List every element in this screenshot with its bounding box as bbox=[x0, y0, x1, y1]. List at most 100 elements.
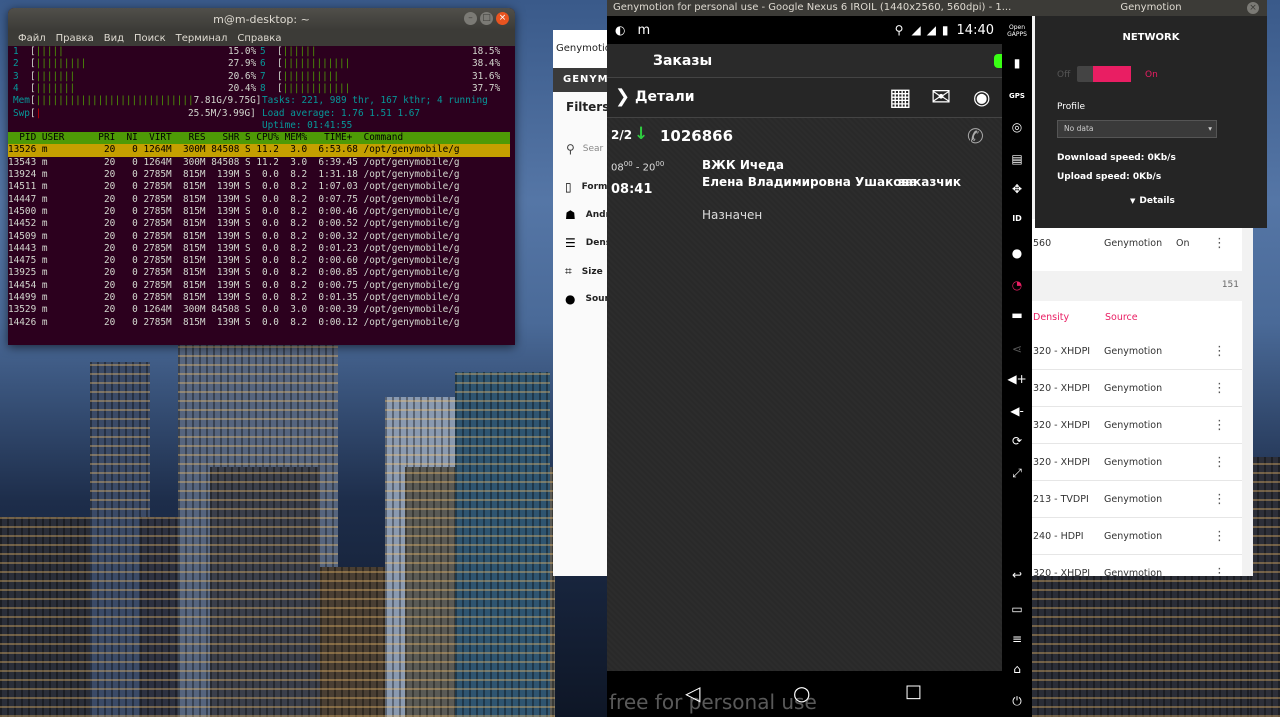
device-density: 320 - XHDPI bbox=[1033, 382, 1091, 394]
more-options-icon[interactable]: ⋮ bbox=[1213, 492, 1226, 507]
device-id-icon[interactable]: ID bbox=[1002, 214, 1032, 223]
menu-help[interactable]: Справка bbox=[237, 33, 281, 44]
building bbox=[1030, 567, 1280, 717]
eye-icon[interactable]: ◉ bbox=[973, 85, 990, 109]
menu-file[interactable]: Файл bbox=[18, 33, 46, 44]
device-row[interactable]: 320 - XHDPI Genymotion ⋮ bbox=[1032, 370, 1242, 407]
column-density[interactable]: Density bbox=[1033, 312, 1069, 323]
process-row[interactable]: 14500 m 20 0 2785M 815M 139M S 0.0 8.2 0… bbox=[8, 206, 510, 218]
process-row[interactable]: 14511 m 20 0 2785M 815M 139M S 0.0 8.2 1… bbox=[8, 181, 510, 193]
device-row[interactable]: 213 - TVDPI Genymotion ⋮ bbox=[1032, 481, 1242, 518]
device-row[interactable]: 320 - XHDPI Genymotion ⋮ bbox=[1032, 444, 1242, 481]
recents-icon[interactable]: □ bbox=[905, 681, 922, 702]
emulator-window[interactable]: Genymotion for personal use - Google Nex… bbox=[607, 0, 1035, 717]
gps-icon[interactable]: GPS bbox=[1002, 92, 1032, 100]
process-row[interactable]: 14454 m 20 0 2785M 815M 139M S 0.0 8.2 0… bbox=[8, 280, 510, 292]
home-button-icon[interactable]: ⌂ bbox=[1002, 662, 1032, 676]
more-options-icon[interactable]: ⋮ bbox=[1213, 566, 1226, 577]
device-row[interactable]: 560 Genymotion On ⋮ bbox=[1032, 225, 1242, 262]
device-source: Genymotion bbox=[1104, 238, 1163, 249]
process-row[interactable]: 13924 m 20 0 2785M 815M 139M S 0.0 8.2 1… bbox=[8, 169, 510, 181]
close-icon[interactable]: × bbox=[496, 12, 509, 25]
process-table-header[interactable]: PID USER PRI NI VIRT RES SHR S CPU% MEM%… bbox=[8, 132, 510, 145]
more-options-icon[interactable]: ⋮ bbox=[1213, 529, 1226, 544]
filter-android[interactable]: ☗ Andr bbox=[565, 208, 610, 222]
network-dialog[interactable]: Genymotion × NETWORK Off On Profile No d… bbox=[1035, 0, 1267, 228]
cpu-meter: 5 [|||||| bbox=[260, 46, 317, 57]
process-row[interactable]: 14499 m 20 0 2785M 815M 139M S 0.0 8.2 0… bbox=[8, 292, 510, 304]
minimize-icon[interactable]: – bbox=[464, 12, 477, 25]
volume-up-icon[interactable]: ◀+ bbox=[1002, 372, 1032, 386]
process-row[interactable]: 14452 m 20 0 2785M 815M 139M S 0.0 8.2 0… bbox=[8, 218, 510, 230]
process-row[interactable]: 13925 m 20 0 2785M 815M 139M S 0.0 8.2 0… bbox=[8, 267, 510, 279]
time-window: 0800 - 2000 bbox=[611, 160, 665, 174]
share-icon[interactable]: ⋖ bbox=[1002, 342, 1032, 356]
menu-edit[interactable]: Правка bbox=[56, 33, 94, 44]
process-row[interactable]: 14443 m 20 0 2785M 815M 139M S 0.0 8.2 0… bbox=[8, 243, 510, 255]
volume-down-icon[interactable]: ◀- bbox=[1002, 404, 1032, 418]
terminal-window[interactable]: m@m-desktop: ~ – □ × Файл Правка Вид Пои… bbox=[8, 8, 515, 345]
details-toggle[interactable]: ▼ Details bbox=[1130, 196, 1175, 206]
maximize-icon[interactable]: □ bbox=[480, 12, 493, 25]
process-row[interactable]: 14509 m 20 0 2785M 815M 139M S 0.0 8.2 0… bbox=[8, 231, 510, 243]
open-gapps-icon[interactable]: Open GAPPS bbox=[1002, 24, 1032, 38]
camera-icon[interactable]: ◎ bbox=[1002, 120, 1032, 134]
chevron-right-icon[interactable]: ❯ bbox=[615, 86, 630, 107]
network-dialog-titlebar[interactable]: Genymotion × bbox=[1035, 0, 1267, 16]
filter-label: Form bbox=[581, 182, 608, 192]
network-toggle[interactable] bbox=[1077, 66, 1131, 82]
profile-value: No data bbox=[1064, 124, 1094, 133]
more-options-icon[interactable]: ⋮ bbox=[1213, 381, 1226, 396]
device-row[interactable]: 240 - HDPI Genymotion ⋮ bbox=[1032, 518, 1242, 555]
battery-widget-icon[interactable]: ▮ bbox=[1002, 56, 1032, 70]
terminal-titlebar[interactable]: m@m-desktop: ~ – □ × bbox=[8, 8, 515, 30]
close-icon[interactable]: × bbox=[1247, 2, 1259, 14]
menu-search[interactable]: Поиск bbox=[134, 33, 166, 44]
device-row[interactable]: 320 - XHDPI Genymotion ⋮ bbox=[1032, 333, 1242, 370]
htop-view[interactable]: 1 [||||| 15.0% 2 [||||||||| 27.9% 3 [|||… bbox=[8, 46, 515, 345]
phone-call-icon[interactable]: ✆ bbox=[967, 124, 984, 148]
load-average: Load average: 1.76 1.51 1.67 bbox=[262, 107, 421, 119]
device-row[interactable]: 320 - XHDPI Genymotion ⋮ bbox=[1032, 407, 1242, 444]
rotate-icon[interactable]: ⟳ bbox=[1002, 434, 1032, 448]
filter-form-factor[interactable]: ▯ Form bbox=[565, 180, 607, 194]
device-row[interactable]: 320 - XHDPI Genymotion ⋮ bbox=[1032, 555, 1242, 577]
filter-size[interactable]: ⌗ Size bbox=[565, 264, 603, 279]
process-row[interactable]: 13529 m 20 0 1264M 300M 84508 S 0.0 3.0 … bbox=[8, 304, 510, 316]
column-source[interactable]: Source bbox=[1105, 312, 1138, 323]
filter-search[interactable]: ⚲ Sear bbox=[566, 142, 603, 156]
app-toolbar: Заказы bbox=[607, 44, 1002, 78]
power-icon[interactable]: ⏻ bbox=[1002, 694, 1032, 709]
menu-terminal[interactable]: Терминал bbox=[176, 33, 228, 44]
network-icon[interactable]: ◔ bbox=[1002, 278, 1032, 292]
process-row[interactable]: 13526 m 20 0 1264M 300M 84508 S 11.2 3.0… bbox=[8, 144, 510, 157]
back-button-icon[interactable]: ↩ bbox=[1002, 568, 1032, 582]
more-options-icon[interactable]: ⋮ bbox=[1213, 455, 1226, 470]
more-options-icon[interactable]: ⋮ bbox=[1213, 344, 1226, 359]
map-icon[interactable]: ▦ bbox=[889, 83, 912, 111]
cpu-meter: 3 [||||||| bbox=[13, 70, 76, 82]
mail-check-icon[interactable]: ✉ bbox=[931, 83, 951, 111]
more-options-icon[interactable]: ⋮ bbox=[1213, 236, 1226, 251]
menu-icon[interactable]: ≡ bbox=[1002, 632, 1032, 646]
contact-name: Елена Владимировна Ушакова bbox=[702, 175, 918, 189]
dpad-icon[interactable]: ✥ bbox=[1002, 182, 1032, 196]
recent-apps-icon[interactable]: ▭ bbox=[1002, 602, 1032, 616]
fullscreen-icon[interactable]: ⤢ bbox=[1002, 466, 1032, 481]
disk-io-icon[interactable]: ● bbox=[1002, 246, 1032, 260]
menu-view[interactable]: Вид bbox=[104, 33, 124, 44]
search-input[interactable]: Sear bbox=[583, 144, 603, 154]
process-row[interactable]: 13543 m 20 0 1264M 300M 84508 S 11.2 3.0… bbox=[8, 157, 510, 169]
filter-source[interactable]: ● Sour bbox=[565, 292, 609, 306]
media-icon[interactable]: ▤ bbox=[1002, 152, 1032, 166]
genymotion-main-window[interactable]: Genymotion GENYMO Filters ⚲ Sear ▯ Form ☗… bbox=[553, 30, 617, 576]
sms-icon[interactable]: ▬ bbox=[1002, 308, 1032, 322]
process-row[interactable]: 14475 m 20 0 2785M 815M 139M S 0.0 8.2 0… bbox=[8, 255, 510, 267]
device-status: On bbox=[1176, 238, 1190, 249]
filter-density[interactable]: ☰ Dens bbox=[565, 236, 611, 250]
device-density: 240 - HDPI bbox=[1033, 530, 1084, 542]
more-options-icon[interactable]: ⋮ bbox=[1213, 418, 1226, 433]
profile-select[interactable]: No data ▾ bbox=[1057, 120, 1217, 138]
process-row[interactable]: 14447 m 20 0 2785M 815M 139M S 0.0 8.2 0… bbox=[8, 194, 510, 206]
process-row[interactable]: 14426 m 20 0 2785M 815M 139M S 0.0 8.2 0… bbox=[8, 317, 510, 329]
